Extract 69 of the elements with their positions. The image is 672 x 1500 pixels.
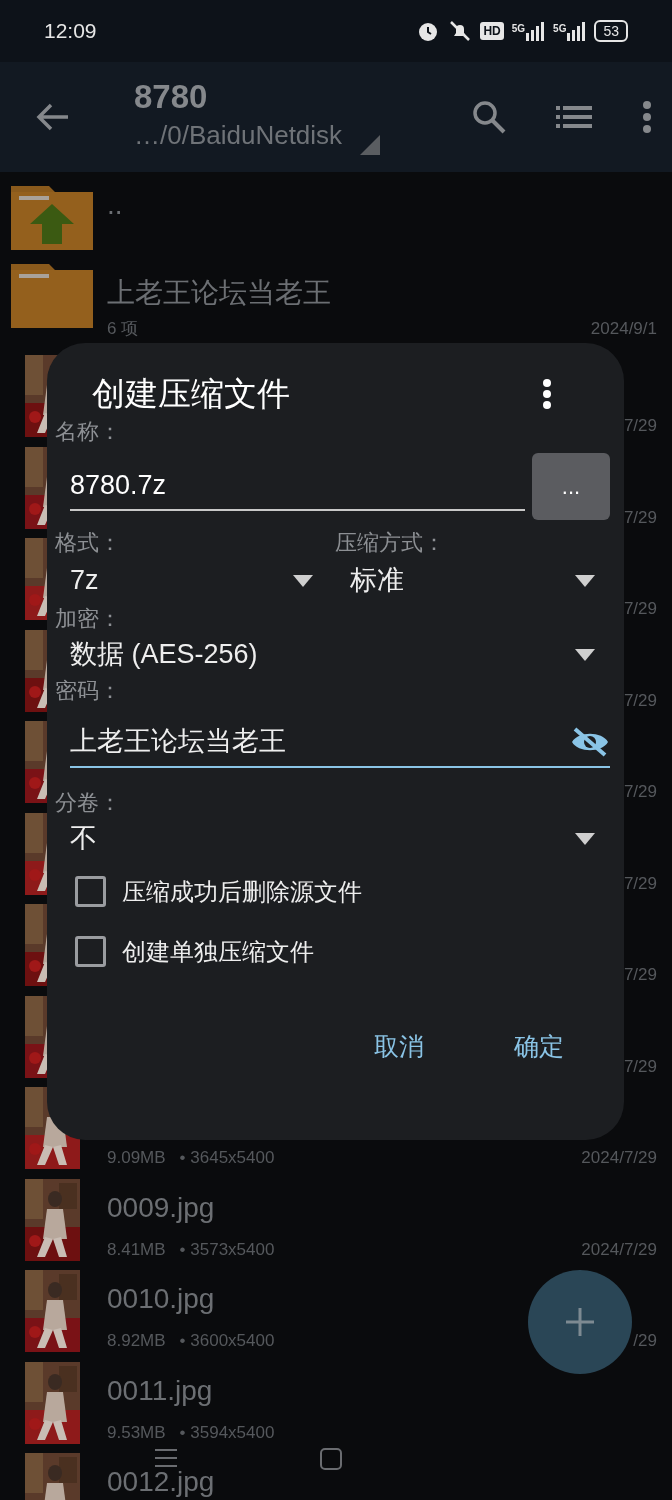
dropdown-field[interactable]: 不 bbox=[55, 819, 605, 858]
dialog-title: 创建压缩文件 bbox=[92, 374, 290, 414]
file-name[interactable]: 0012.jpg bbox=[107, 1466, 215, 1497]
field-label: 分卷： bbox=[55, 788, 122, 817]
dropdown-caret-icon bbox=[575, 832, 595, 845]
file-name[interactable]: 0010.jpg bbox=[107, 1283, 215, 1314]
hd-badge: HD bbox=[480, 22, 504, 40]
more-options-icon[interactable] bbox=[542, 378, 552, 409]
clock-time: 12:09 bbox=[44, 18, 97, 45]
dropdown-caret-icon bbox=[575, 648, 595, 661]
modified-date: 7/29 bbox=[623, 964, 657, 986]
field-label: 压缩方式： bbox=[335, 528, 446, 557]
network-label: 5G bbox=[553, 22, 567, 36]
modified-date: 7/29 bbox=[623, 872, 657, 895]
image-dimensions: • 3600x5400 bbox=[179, 1330, 275, 1352]
browse-button[interactable]: ... bbox=[532, 452, 610, 520]
modified-date: 2024/9/1 bbox=[590, 318, 657, 340]
file-size: 9.53MB bbox=[107, 1421, 166, 1444]
file-size: 8.92MB bbox=[107, 1330, 166, 1352]
hidden-eye-icon[interactable] bbox=[570, 726, 610, 757]
item-count: 6 项 bbox=[107, 318, 139, 340]
image-dimensions: • 3594x5400 bbox=[179, 1421, 275, 1444]
dropdown-caret-icon bbox=[575, 574, 595, 587]
modified-date: 7/29 bbox=[623, 598, 657, 620]
field-label: 加密： bbox=[55, 604, 122, 633]
filename-input[interactable]: 8780.7z bbox=[70, 460, 525, 512]
modified-date: 7/29 bbox=[623, 506, 657, 529]
network-label: 5G bbox=[511, 22, 526, 36]
modified-date: 7/29 bbox=[623, 415, 657, 437]
dropdown-field[interactable]: 7z bbox=[55, 561, 323, 600]
dropdown-caret-icon bbox=[293, 574, 313, 587]
dropdown-field[interactable]: 数据 (AES-256) bbox=[55, 635, 605, 674]
plus-icon bbox=[566, 1308, 594, 1336]
signal-icon bbox=[525, 21, 546, 41]
field-label: 密码： bbox=[55, 676, 122, 705]
list-view-icon[interactable] bbox=[556, 105, 592, 129]
modified-date: 2024/7/29 bbox=[581, 1147, 657, 1169]
home-gesture-icon[interactable] bbox=[320, 1448, 342, 1470]
checkbox[interactable] bbox=[75, 936, 106, 967]
modified-date: /29 bbox=[633, 1330, 657, 1352]
field-label: 格式： bbox=[55, 528, 122, 557]
file-name[interactable]: 0011.jpg bbox=[107, 1374, 213, 1406]
file-name[interactable]: 0009.jpg bbox=[107, 1191, 215, 1223]
image-dimensions: • 3645x5400 bbox=[179, 1147, 275, 1169]
folder-path[interactable]: …/0/BaiduNetdisk bbox=[134, 115, 343, 155]
image-dimensions: • 3573x5400 bbox=[179, 1238, 275, 1261]
dialog-button[interactable]: 取消 bbox=[354, 1019, 444, 1073]
signal-icon bbox=[566, 21, 587, 41]
search-icon[interactable] bbox=[472, 100, 506, 134]
battery-level: 53 bbox=[594, 20, 628, 42]
file-size: 9.09MB bbox=[107, 1147, 166, 1169]
parent-folder-link[interactable]: .. bbox=[107, 189, 123, 220]
folder-title: 8780 bbox=[134, 79, 209, 116]
menu-gesture-icon[interactable] bbox=[155, 1448, 177, 1468]
modified-date: 2024/7/29 bbox=[581, 1238, 657, 1261]
checkbox[interactable] bbox=[75, 876, 106, 907]
back-arrow-icon[interactable] bbox=[36, 102, 70, 132]
dropdown-corner-icon[interactable] bbox=[360, 134, 381, 155]
password-field[interactable]: 上老王论坛当老王 bbox=[70, 717, 610, 768]
field-label: 名称： bbox=[55, 417, 122, 446]
modified-date: 7/29 bbox=[623, 1055, 657, 1078]
dialog-button[interactable]: 确定 bbox=[494, 1019, 584, 1073]
dropdown-field[interactable]: 标准 bbox=[335, 561, 605, 600]
option-label: 压缩成功后删除源文件 bbox=[122, 876, 362, 907]
file-size: 8.41MB bbox=[107, 1238, 166, 1261]
modified-date: 7/29 bbox=[623, 781, 657, 803]
modified-date: 7/29 bbox=[623, 689, 657, 712]
file-name[interactable]: 上老王论坛当老王 bbox=[107, 277, 331, 308]
option-label: 创建单独压缩文件 bbox=[122, 936, 314, 967]
